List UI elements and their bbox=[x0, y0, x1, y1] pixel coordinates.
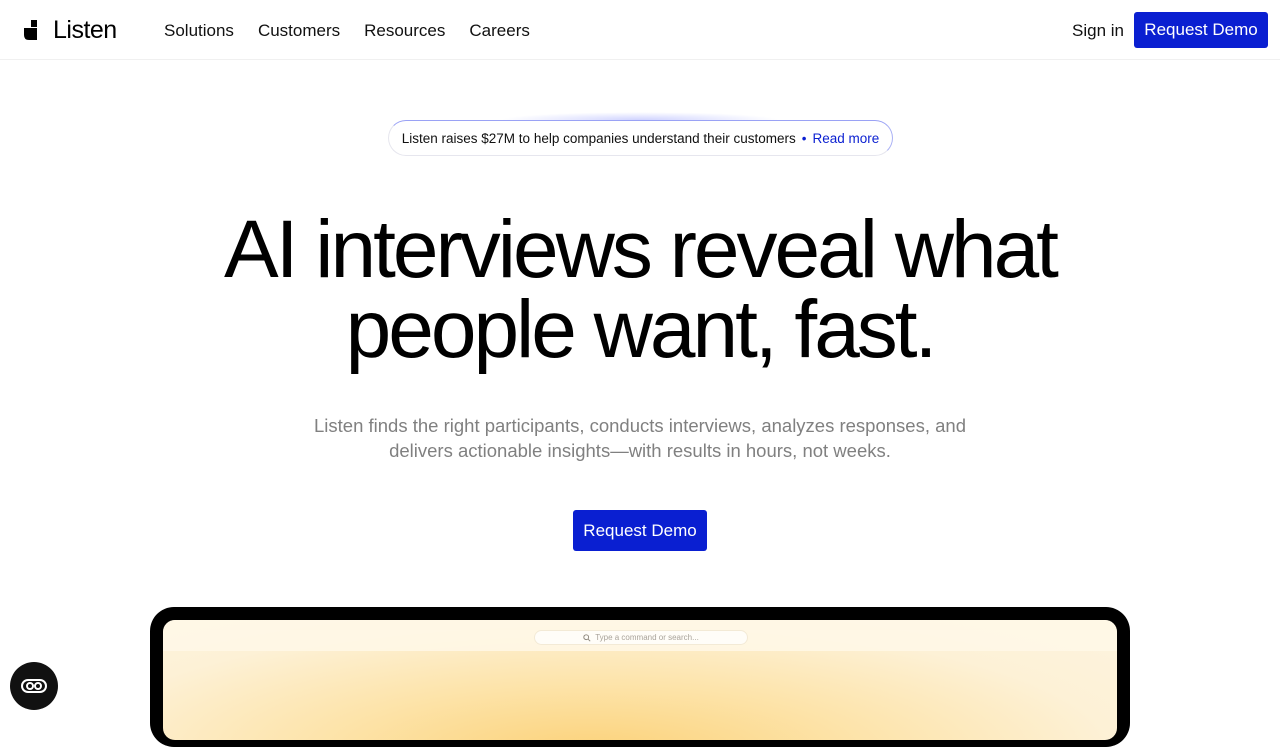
hero-title-line-1: AI interviews reveal what bbox=[224, 204, 1059, 295]
nav-item-solutions[interactable]: Solutions bbox=[164, 20, 234, 42]
logo-link[interactable]: Listen bbox=[24, 16, 117, 44]
preview-top-bar: Type a command or search... bbox=[163, 620, 1117, 651]
accessibility-toggle-button[interactable] bbox=[10, 662, 58, 710]
preview-command-search: Type a command or search... bbox=[534, 630, 748, 645]
hero-request-demo-button[interactable]: Request Demo bbox=[573, 510, 707, 551]
nav-item-customers[interactable]: Customers bbox=[258, 20, 340, 42]
hero-subtitle-line-1: Listen finds the right participants, con… bbox=[314, 415, 966, 436]
nav-item-careers[interactable]: Careers bbox=[469, 20, 529, 42]
preview-search-placeholder: Type a command or search... bbox=[595, 633, 699, 642]
hero-subtitle-line-2: delivers actionable insights—with result… bbox=[389, 440, 891, 461]
product-preview-screen: Type a command or search... bbox=[163, 620, 1117, 740]
sign-in-link[interactable]: Sign in bbox=[1072, 20, 1124, 42]
announcement-text: Listen raises $27M to help companies und… bbox=[401, 130, 796, 146]
site-header: Listen Solutions Customers Resources Car… bbox=[0, 0, 1280, 60]
hero-title-line-2: people want, fast. bbox=[345, 284, 938, 375]
nav-item-resources[interactable]: Resources bbox=[364, 20, 445, 42]
search-icon bbox=[583, 633, 591, 642]
announcement-banner[interactable]: Listen raises $27M to help companies und… bbox=[388, 120, 893, 156]
read-more-link[interactable]: Read more bbox=[812, 131, 879, 146]
accessibility-toggle-icon bbox=[21, 679, 47, 693]
hero-subtitle: Listen finds the right participants, con… bbox=[290, 413, 990, 463]
logo-text: Listen bbox=[53, 16, 117, 44]
hero-title: AI interviews reveal what people want, f… bbox=[0, 209, 1280, 371]
announcement-separator: • bbox=[801, 130, 807, 146]
listen-logo-icon bbox=[24, 20, 37, 40]
main-nav: Solutions Customers Resources Careers bbox=[164, 20, 530, 42]
header-request-demo-button[interactable]: Request Demo bbox=[1134, 12, 1268, 48]
